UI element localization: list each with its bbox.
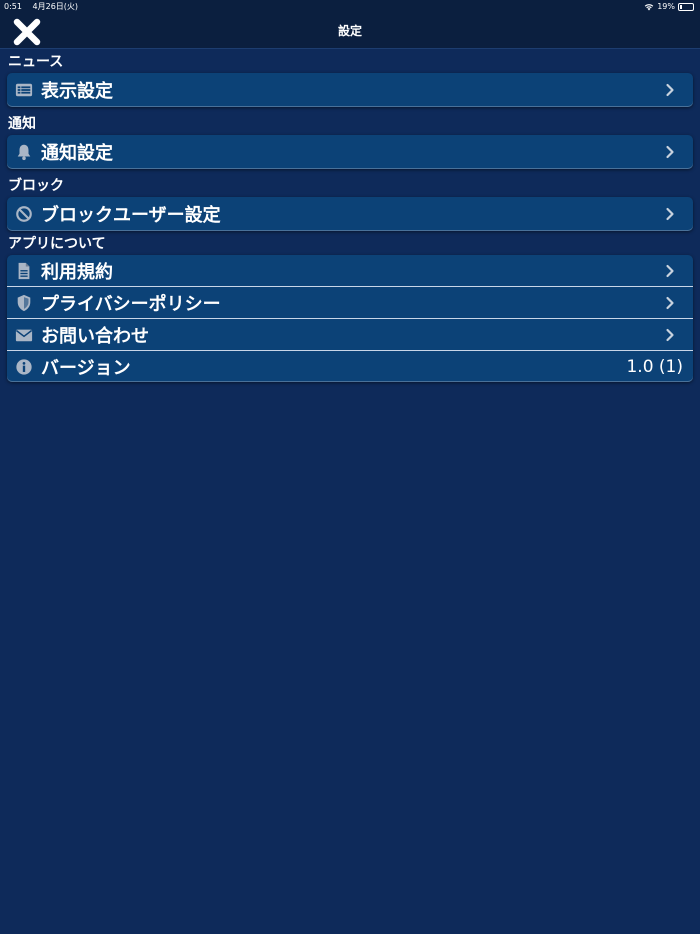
contact-label: お問い合わせ [41,325,149,347]
wifi-icon [644,4,654,11]
terms-of-use-row[interactable]: 利用規約 [7,255,693,286]
chevron-right-icon [666,264,674,277]
terms-of-use-label: 利用規約 [41,261,113,283]
version-label: バージョン [41,357,131,379]
blocked-users-row[interactable]: ブロックユーザー設定 [7,197,693,231]
display-settings-row[interactable]: 表示設定 [7,73,693,107]
notification-settings-label: 通知設定 [41,143,113,164]
info-icon [15,358,33,376]
status-right: 19% [644,0,694,14]
version-row: バージョン 1.0 (1) [7,350,693,382]
chevron-right-icon [666,296,674,309]
group-block: ブロックユーザー設定 [7,197,693,231]
group-news: 表示設定 [7,73,693,107]
section-header-about: アプリについて [8,236,106,252]
section-header-news: ニュース [8,54,64,70]
display-settings-label: 表示設定 [41,81,113,102]
group-notification: 通知設定 [7,135,693,169]
battery-fill [680,5,682,9]
navigation-bar: 設定 [0,14,700,49]
chevron-right-icon [666,207,674,221]
list-icon [15,81,33,99]
section-header-block: ブロック [8,178,64,194]
status-date: 4月26日(火) [32,2,79,11]
settings-list: ニュース 表示設定 通知 通知設定 ブロック ブロックユーザー設定 アプリについ… [0,49,700,382]
blocked-users-label: ブロックユーザー設定 [41,205,221,226]
prohibited-icon [15,205,33,223]
notification-settings-row[interactable]: 通知設定 [7,135,693,169]
version-value: 1.0 (1) [626,356,683,377]
group-about: 利用規約 プライバシーポリシー お問い合わせ バージョン 1.0 (1) [7,255,693,382]
status-left: 0:51 4月26日(火) [4,0,86,14]
section-header-notification: 通知 [8,116,36,132]
shield-icon [15,294,33,312]
chevron-right-icon [666,83,674,97]
contact-row[interactable]: お問い合わせ [7,318,693,350]
privacy-policy-row[interactable]: プライバシーポリシー [7,286,693,318]
envelope-icon [15,326,33,344]
document-icon [15,262,33,280]
privacy-policy-label: プライバシーポリシー [41,293,221,315]
bell-icon [15,143,33,161]
battery-icon [678,3,694,11]
chevron-right-icon [666,328,674,341]
chevron-right-icon [666,145,674,159]
status-time: 0:51 [4,2,22,11]
status-bar: 0:51 4月26日(火) 19% [0,0,700,14]
battery-percent: 19% [657,2,675,11]
page-title: 設定 [337,24,362,38]
